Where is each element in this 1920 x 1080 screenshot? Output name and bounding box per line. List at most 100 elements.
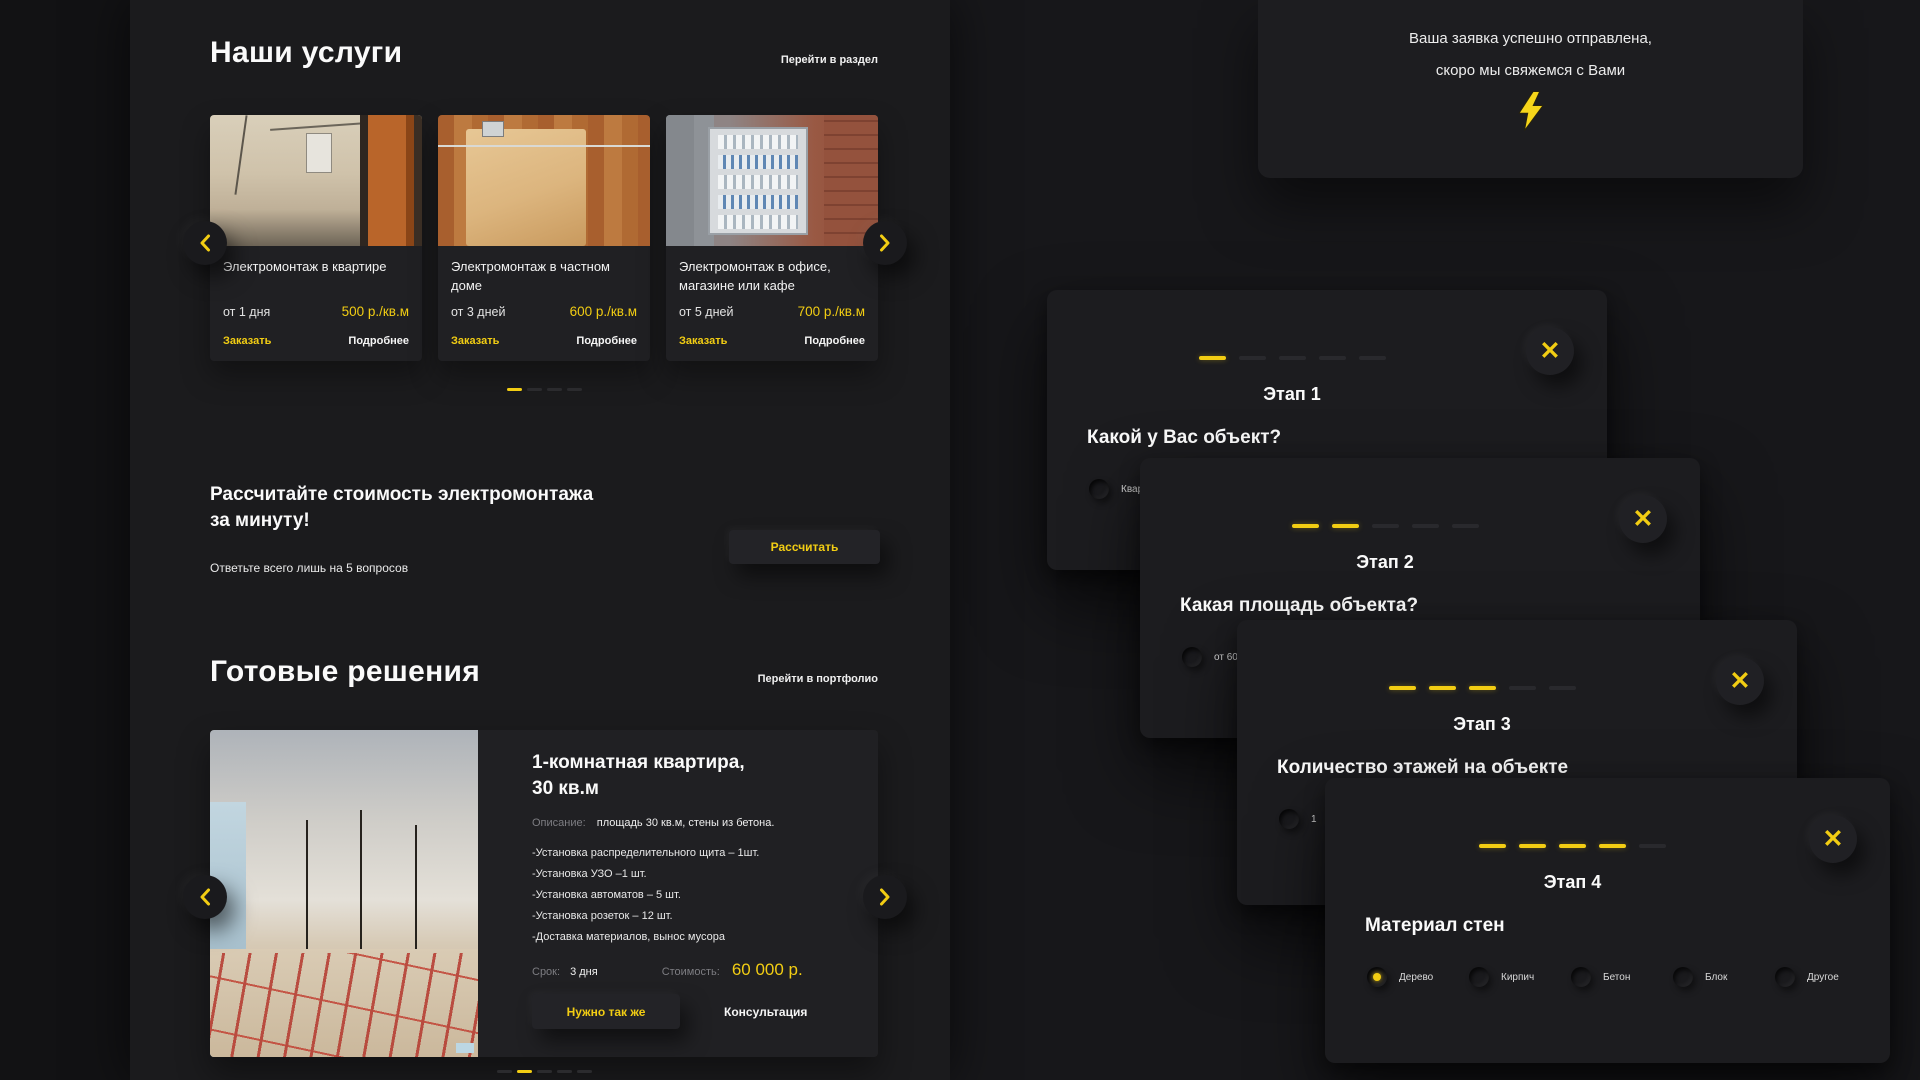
radio-circle-icon[interactable]: [1469, 967, 1489, 987]
step-title: Этап 1: [1047, 384, 1537, 405]
question-text: Какой у Вас объект?: [1087, 427, 1607, 449]
progress-segment: [1359, 356, 1386, 360]
pagination-dash[interactable]: [537, 1070, 552, 1073]
pagination-dash[interactable]: [507, 388, 522, 391]
close-icon: ✕: [1633, 507, 1654, 532]
details-button[interactable]: Подробнее: [576, 335, 637, 347]
radio-option-concrete[interactable]: Бетон: [1571, 967, 1673, 987]
chevron-right-icon: [879, 888, 891, 906]
service-card: Электромонтаж в офисе, магазине или кафе…: [666, 115, 878, 361]
house-wiring-photo: [438, 115, 650, 246]
progress-segment: [1479, 844, 1506, 848]
radio-circle-icon[interactable]: [1571, 967, 1591, 987]
portfolio-meta: Срок: 3 дня Стоимость: 60 000 р.: [532, 960, 850, 980]
progress-bar: [1325, 844, 1820, 848]
close-button[interactable]: ✕: [1619, 495, 1667, 543]
page: Наши услуги Перейти в раздел Электромонт…: [0, 0, 1920, 1080]
radio-circle-icon[interactable]: [1182, 647, 1202, 667]
progress-segment: [1199, 356, 1226, 360]
radio-circle-icon[interactable]: [1367, 967, 1387, 987]
consultation-button[interactable]: Консультация: [724, 1005, 807, 1019]
progress-bar: [1140, 524, 1630, 528]
radio-circle-icon[interactable]: [1775, 967, 1795, 987]
radio-option-block[interactable]: Блок: [1673, 967, 1775, 987]
radio-option-other[interactable]: Другое: [1775, 967, 1877, 987]
pagination-dash[interactable]: [517, 1070, 532, 1073]
need-same-button[interactable]: Нужно так же: [532, 994, 680, 1029]
details-button[interactable]: Подробнее: [804, 335, 865, 347]
service-price: 600 р./кв.м: [570, 304, 637, 319]
radio-circle-icon[interactable]: [1089, 479, 1109, 499]
notification-text-line1: Ваша заявка успешно отправлена,: [1258, 30, 1803, 47]
service-title: Электромонтаж в частном доме: [451, 258, 637, 298]
services-next-button[interactable]: [863, 221, 907, 265]
close-icon: ✕: [1540, 339, 1561, 364]
step-title: Этап 2: [1140, 552, 1630, 573]
progress-segment: [1469, 686, 1496, 690]
portfolio-card: 1-комнатная квартира, 30 кв.м Описание: …: [210, 730, 878, 1057]
notification-text-line2: скоро мы свяжемся с Вами: [1258, 62, 1803, 79]
service-duration: от 1 дня: [223, 305, 270, 319]
list-item: -Установка розеток – 12 шт.: [532, 906, 850, 927]
portfolio-work-list: -Установка распределительного щита – 1шт…: [532, 843, 850, 948]
radio-option-wood[interactable]: Дерево: [1367, 967, 1469, 987]
progress-segment: [1429, 686, 1456, 690]
portfolio-next-button[interactable]: [863, 875, 907, 919]
pagination-dash[interactable]: [497, 1070, 512, 1073]
success-notification: Ваша заявка успешно отправлена, скоро мы…: [1258, 0, 1803, 178]
radio-circle-icon[interactable]: [1673, 967, 1693, 987]
step-title: Этап 4: [1325, 872, 1820, 893]
radio-option-brick[interactable]: Кирпич: [1469, 967, 1571, 987]
question-text: Количество этажей на объекте: [1277, 757, 1797, 779]
service-duration: от 3 дней: [451, 305, 505, 319]
pagination-dash[interactable]: [547, 388, 562, 391]
pagination-dash[interactable]: [557, 1070, 572, 1073]
cost-label: Стоимость:: [662, 966, 720, 978]
progress-segment: [1509, 686, 1536, 690]
portfolio-pagination[interactable]: [210, 1070, 878, 1073]
close-button[interactable]: ✕: [1526, 327, 1574, 375]
calculate-button[interactable]: Рассчитать: [729, 530, 880, 564]
cost-value: 60 000 р.: [732, 960, 803, 980]
pagination-dash[interactable]: [577, 1070, 592, 1073]
services-pagination[interactable]: [210, 388, 878, 391]
renovated-apartment-photo: [210, 730, 478, 1057]
radio-circle-icon[interactable]: [1279, 809, 1299, 829]
radio-label: Дерево: [1399, 972, 1433, 983]
term-value: 3 дня: [570, 966, 598, 978]
service-duration: от 5 дней: [679, 305, 733, 319]
quiz-modal-step-4: Этап 4 Материал стен Дерево Кирпич Бетон…: [1325, 778, 1890, 1063]
service-price: 500 р./кв.м: [342, 304, 409, 319]
term-label: Срок:: [532, 966, 560, 978]
services-carousel: Электромонтаж в квартире от 1 дня 500 р.…: [210, 115, 878, 361]
services-prev-button[interactable]: [183, 221, 227, 265]
portfolio-title: 1-комнатная квартира, 30 кв.м: [532, 750, 850, 801]
main-content-panel: Наши услуги Перейти в раздел Электромонт…: [130, 0, 950, 1080]
pagination-dash[interactable]: [527, 388, 542, 391]
order-button[interactable]: Заказать: [679, 335, 727, 347]
services-header: Наши услуги Перейти в раздел: [210, 36, 878, 70]
progress-segment: [1452, 524, 1479, 528]
pagination-dash[interactable]: [567, 388, 582, 391]
close-button[interactable]: ✕: [1716, 657, 1764, 705]
radio-label: Другое: [1807, 972, 1839, 983]
services-section-link[interactable]: Перейти в раздел: [781, 54, 878, 70]
portfolio-description: Описание: площадь 30 кв.м, стены из бето…: [532, 817, 850, 829]
close-button[interactable]: ✕: [1809, 815, 1857, 863]
order-button[interactable]: Заказать: [223, 335, 271, 347]
order-button[interactable]: Заказать: [451, 335, 499, 347]
progress-segment: [1239, 356, 1266, 360]
list-item: -Установка распределительного щита – 1шт…: [532, 843, 850, 864]
list-item: -Установка УЗО –1 шт.: [532, 864, 850, 885]
progress-segment: [1279, 356, 1306, 360]
calculator-heading: Рассчитайте стоимость электромонтажа за …: [210, 482, 878, 533]
portfolio-prev-button[interactable]: [183, 875, 227, 919]
portfolio-section-link[interactable]: Перейти в портфолио: [758, 673, 878, 689]
details-button[interactable]: Подробнее: [348, 335, 409, 347]
progress-segment: [1332, 524, 1359, 528]
chevron-left-icon: [199, 888, 211, 906]
apartment-wiring-photo: [210, 115, 422, 246]
close-icon: ✕: [1730, 669, 1751, 694]
progress-segment: [1519, 844, 1546, 848]
calculator-section: Рассчитайте стоимость электромонтажа за …: [210, 482, 878, 575]
